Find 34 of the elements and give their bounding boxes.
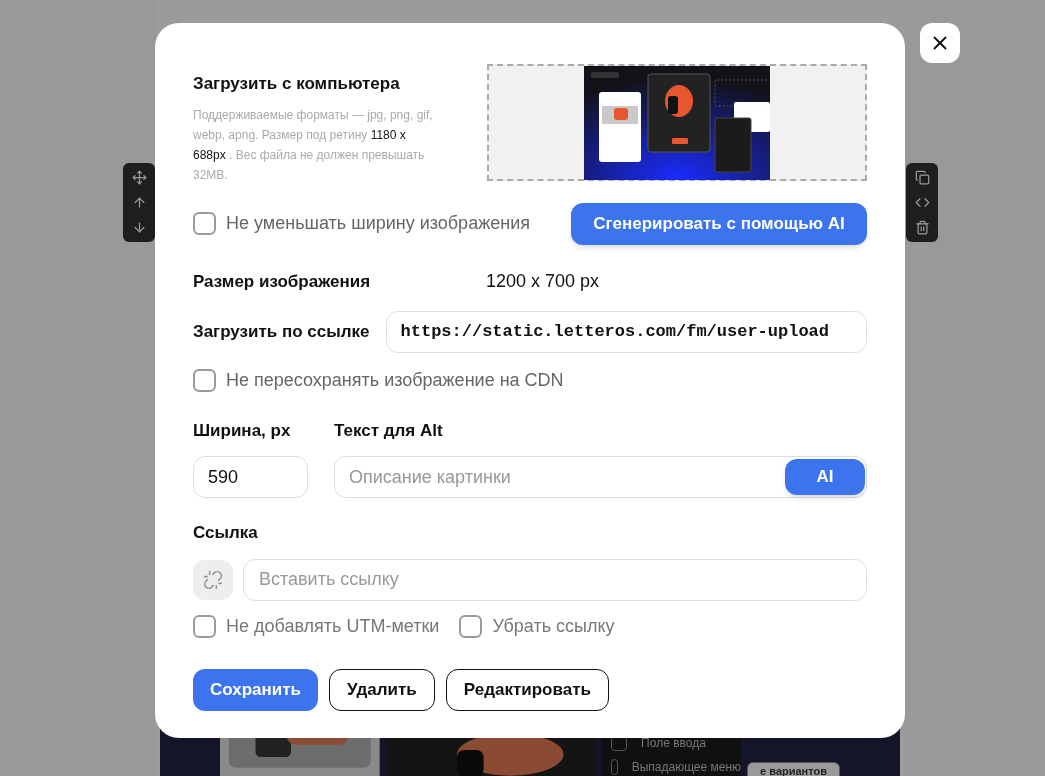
url-input[interactable]: https://static.letteros.com/fm/user-upload (385, 310, 867, 353)
unlink-icon (203, 569, 223, 590)
section-title: Загрузить с компьютера (193, 73, 401, 95)
checkbox-label: Не пересохранять изображение на CDN (226, 368, 564, 392)
field-label: Размер изображения (193, 270, 372, 293)
ai-button[interactable]: AI (785, 459, 865, 495)
unlink-button[interactable] (193, 559, 233, 600)
checkbox[interactable] (193, 212, 216, 235)
checkbox-label: Не добавлять UTM-метки (226, 614, 440, 638)
checkbox[interactable] (193, 368, 216, 392)
alt-text-field[interactable]: Описание картинки AI (334, 456, 867, 498)
close-button[interactable] (920, 23, 960, 63)
image-size-value: 1200 x 700 px (486, 270, 600, 293)
field-label: Ссылка (193, 522, 259, 544)
upload-dropzone[interactable] (487, 64, 867, 181)
action-button[interactable]: Удалить (329, 668, 435, 711)
move-icon[interactable] (131, 170, 147, 185)
field-label: Текст для Alt (334, 419, 444, 442)
field-label: Ширина, px (193, 419, 292, 442)
copy-icon[interactable] (914, 170, 930, 185)
link-input[interactable]: Вставить ссылку (243, 558, 867, 601)
checkbox-label: Убрать ссылку (492, 614, 615, 638)
format-description: Поддерживаемые форматы — jpg, png, gif, webp, apng. Размер под ретину 1180 x 688px . Вес файла не должен превышать 32MB. (193, 106, 433, 184)
arrow-down-icon[interactable] (131, 220, 147, 235)
checkbox-label: Не уменьшать ширину изображения (226, 212, 530, 235)
width-input[interactable]: 590 (193, 456, 308, 498)
action-button[interactable]: Сохранить (193, 668, 319, 711)
action-button[interactable]: Редактировать (445, 668, 609, 711)
code-icon[interactable] (914, 195, 930, 210)
checkbox[interactable] (193, 614, 216, 638)
trash-icon[interactable] (914, 220, 930, 235)
checkbox[interactable] (459, 614, 483, 638)
ai-generate-button[interactable]: Сгенерировать с помощью AI (571, 202, 867, 245)
field-label: Загрузить по ссылке (193, 320, 370, 343)
